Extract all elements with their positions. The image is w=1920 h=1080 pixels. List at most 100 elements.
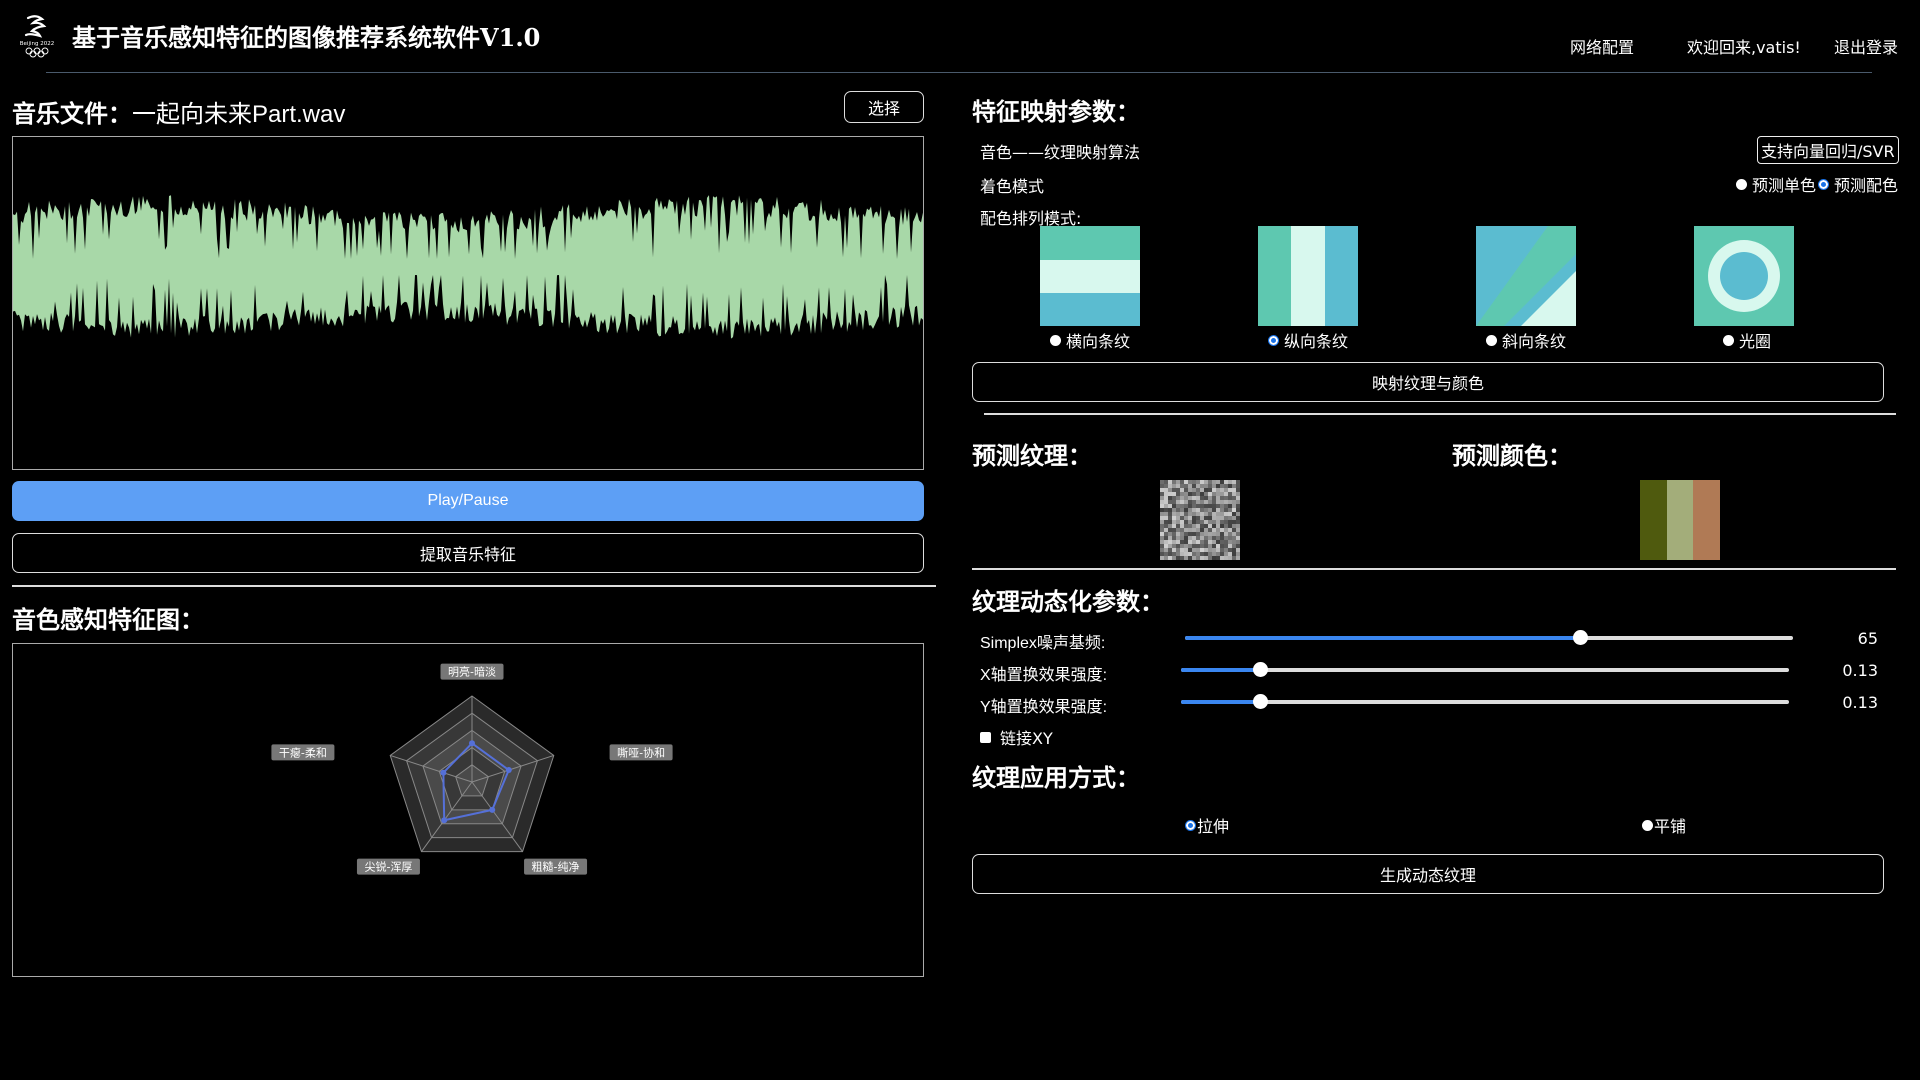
texture-pixel: [1224, 540, 1228, 544]
texture-pixel: [1220, 528, 1224, 532]
palette-color-label: 预测配色: [1834, 176, 1899, 195]
texture-pixel: [1180, 480, 1184, 484]
texture-pixel: [1184, 480, 1188, 484]
stretch-radio[interactable]: [1185, 819, 1196, 831]
texture-pixel: [1168, 532, 1172, 536]
texture-pixel: [1204, 540, 1208, 544]
texture-pixel: [1208, 524, 1212, 528]
texture-pixel: [1200, 544, 1204, 548]
halo-radio[interactable]: [1723, 334, 1734, 346]
texture-pixel: [1212, 544, 1216, 548]
slider-thumb[interactable]: [1253, 694, 1269, 709]
network-config-link[interactable]: 网络配置: [1570, 34, 1634, 58]
texture-pixel: [1184, 524, 1188, 528]
texture-pixel: [1228, 520, 1232, 524]
slider-thumb[interactable]: [1573, 630, 1589, 645]
texture-pixel: [1184, 548, 1188, 552]
texture-pixel: [1168, 484, 1172, 488]
y-displacement-slider[interactable]: [1181, 694, 1789, 709]
texture-pixel: [1212, 552, 1216, 556]
vertical-stripes-option[interactable]: 纵向条纹: [1268, 328, 1348, 352]
diagonal-stripes-option[interactable]: 斜向条纹: [1486, 328, 1566, 352]
texture-pixel: [1200, 496, 1204, 500]
diagonal-stripes-radio[interactable]: [1486, 334, 1497, 346]
texture-pixel: [1196, 540, 1200, 544]
texture-pixel: [1212, 504, 1216, 508]
vertical-stripes-radio[interactable]: [1268, 334, 1279, 346]
texture-pixel: [1184, 492, 1188, 496]
texture-pixel: [1236, 528, 1240, 532]
texture-pixel: [1192, 552, 1196, 556]
texture-pixel: [1236, 540, 1240, 544]
texture-pixel: [1216, 496, 1220, 500]
texture-pixel: [1176, 512, 1180, 516]
texture-pixel: [1200, 516, 1204, 520]
predicted-color-heading: 预测颜色：: [1452, 441, 1572, 470]
single-color-radio[interactable]: [1736, 178, 1747, 190]
slider-thumb[interactable]: [1253, 662, 1269, 677]
svr-algorithm-button[interactable]: 支持向量回归/SVR: [1757, 136, 1899, 164]
texture-pixel: [1216, 532, 1220, 536]
texture-pixel: [1208, 480, 1212, 484]
texture-pixel: [1216, 520, 1220, 524]
stretch-option[interactable]: 拉伸: [1185, 813, 1229, 837]
texture-pixel: [1164, 528, 1168, 532]
texture-pixel: [1220, 556, 1224, 560]
vertical-stripes-pattern[interactable]: [1258, 226, 1358, 326]
texture-pixel: [1216, 552, 1220, 556]
link-xy-checkbox[interactable]: [980, 731, 991, 743]
texture-pixel: [1188, 528, 1192, 532]
x-displacement-label: X轴置换效果强度:: [980, 667, 1108, 684]
link-xy-option[interactable]: 链接XY: [980, 725, 1053, 749]
texture-pixel: [1228, 488, 1232, 492]
texture-pixel: [1220, 520, 1224, 524]
halo-pattern[interactable]: [1694, 226, 1794, 326]
texture-pixel: [1228, 556, 1232, 560]
map-texture-color-button[interactable]: 映射纹理与颜色: [972, 362, 1884, 402]
texture-pixel: [1200, 504, 1204, 508]
texture-pixel: [1188, 524, 1192, 528]
texture-pixel: [1196, 480, 1200, 484]
texture-pixel: [1212, 536, 1216, 540]
texture-pixel: [1208, 556, 1212, 560]
texture-pixel: [1216, 492, 1220, 496]
texture-pixel: [1208, 492, 1212, 496]
texture-pixel: [1188, 552, 1192, 556]
color-mode-single-option[interactable]: 预测单色: [1736, 172, 1816, 196]
texture-pixel: [1188, 540, 1192, 544]
tile-option[interactable]: 平铺: [1642, 813, 1686, 837]
play-pause-button[interactable]: Play/Pause: [12, 481, 924, 521]
palette-color-radio[interactable]: [1818, 178, 1830, 190]
noise-frequency-slider[interactable]: [1185, 630, 1793, 645]
texture-pixel: [1184, 500, 1188, 504]
texture-pixel: [1220, 508, 1224, 512]
tile-radio[interactable]: [1642, 819, 1653, 831]
select-file-button[interactable]: 选择: [844, 91, 924, 123]
horizontal-stripes-radio[interactable]: [1050, 334, 1061, 346]
horizontal-stripes-option[interactable]: 横向条纹: [1050, 328, 1130, 352]
extract-features-button[interactable]: 提取音乐特征: [12, 533, 924, 573]
halo-label: 光圈: [1739, 332, 1772, 351]
texture-pixel: [1204, 552, 1208, 556]
texture-pixel: [1192, 496, 1196, 500]
palette-swatch: [1693, 480, 1721, 560]
texture-pixel: [1172, 520, 1176, 524]
texture-pixel: [1180, 532, 1184, 536]
generate-dynamic-texture-button[interactable]: 生成动态纹理: [972, 854, 1884, 894]
texture-pixel: [1188, 532, 1192, 536]
texture-pixel: [1208, 548, 1212, 552]
diagonal-stripes-pattern[interactable]: [1476, 226, 1576, 326]
texture-pixel: [1184, 504, 1188, 508]
texture-pixel: [1172, 548, 1176, 552]
texture-pixel: [1236, 492, 1240, 496]
texture-pixel: [1196, 492, 1200, 496]
texture-pixel: [1184, 540, 1188, 544]
halo-option[interactable]: 光圈: [1723, 328, 1771, 352]
predicted-texture-heading: 预测纹理：: [972, 441, 1092, 470]
x-displacement-slider[interactable]: [1181, 662, 1789, 677]
texture-pixel: [1204, 488, 1208, 492]
color-mode-palette-option[interactable]: 预测配色: [1818, 172, 1898, 196]
texture-pixel: [1224, 524, 1228, 528]
logout-link[interactable]: 退出登录: [1834, 34, 1898, 58]
horizontal-stripes-pattern[interactable]: [1040, 226, 1140, 326]
